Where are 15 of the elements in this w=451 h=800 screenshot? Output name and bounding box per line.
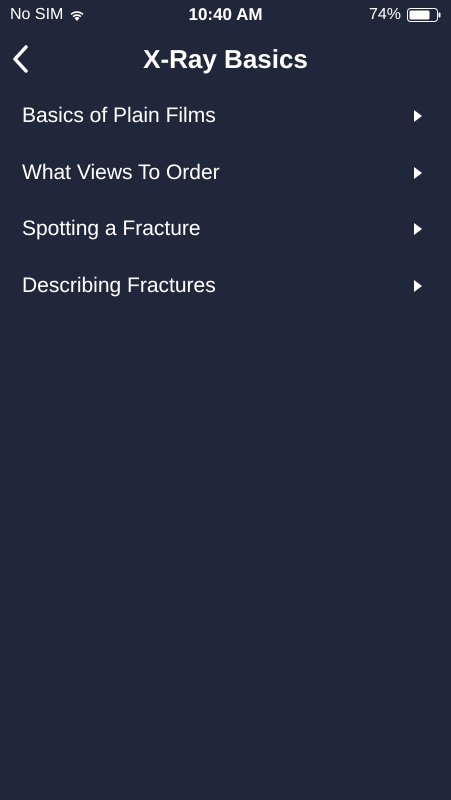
triangle-icon [413, 222, 423, 236]
carrier-label: No SIM [10, 6, 64, 24]
menu-item[interactable]: What Views To Order [22, 160, 220, 185]
wifi-icon [69, 9, 86, 21]
triangle-icon [413, 109, 423, 124]
menu-item[interactable]: Basics of Plain Films [22, 104, 216, 128]
clock-time: 10:40 AM [188, 5, 262, 25]
triangle-icon [413, 166, 423, 180]
battery-percent: 74% [368, 6, 401, 24]
screen-title: X-Ray Basics [143, 44, 308, 74]
triangle-icon [413, 278, 423, 293]
back-icon[interactable] [12, 45, 28, 73]
menu-item[interactable]: Describing Fractures [22, 274, 216, 298]
menu-item[interactable]: Spotting a Fracture [22, 217, 201, 242]
battery-icon [407, 8, 441, 22]
